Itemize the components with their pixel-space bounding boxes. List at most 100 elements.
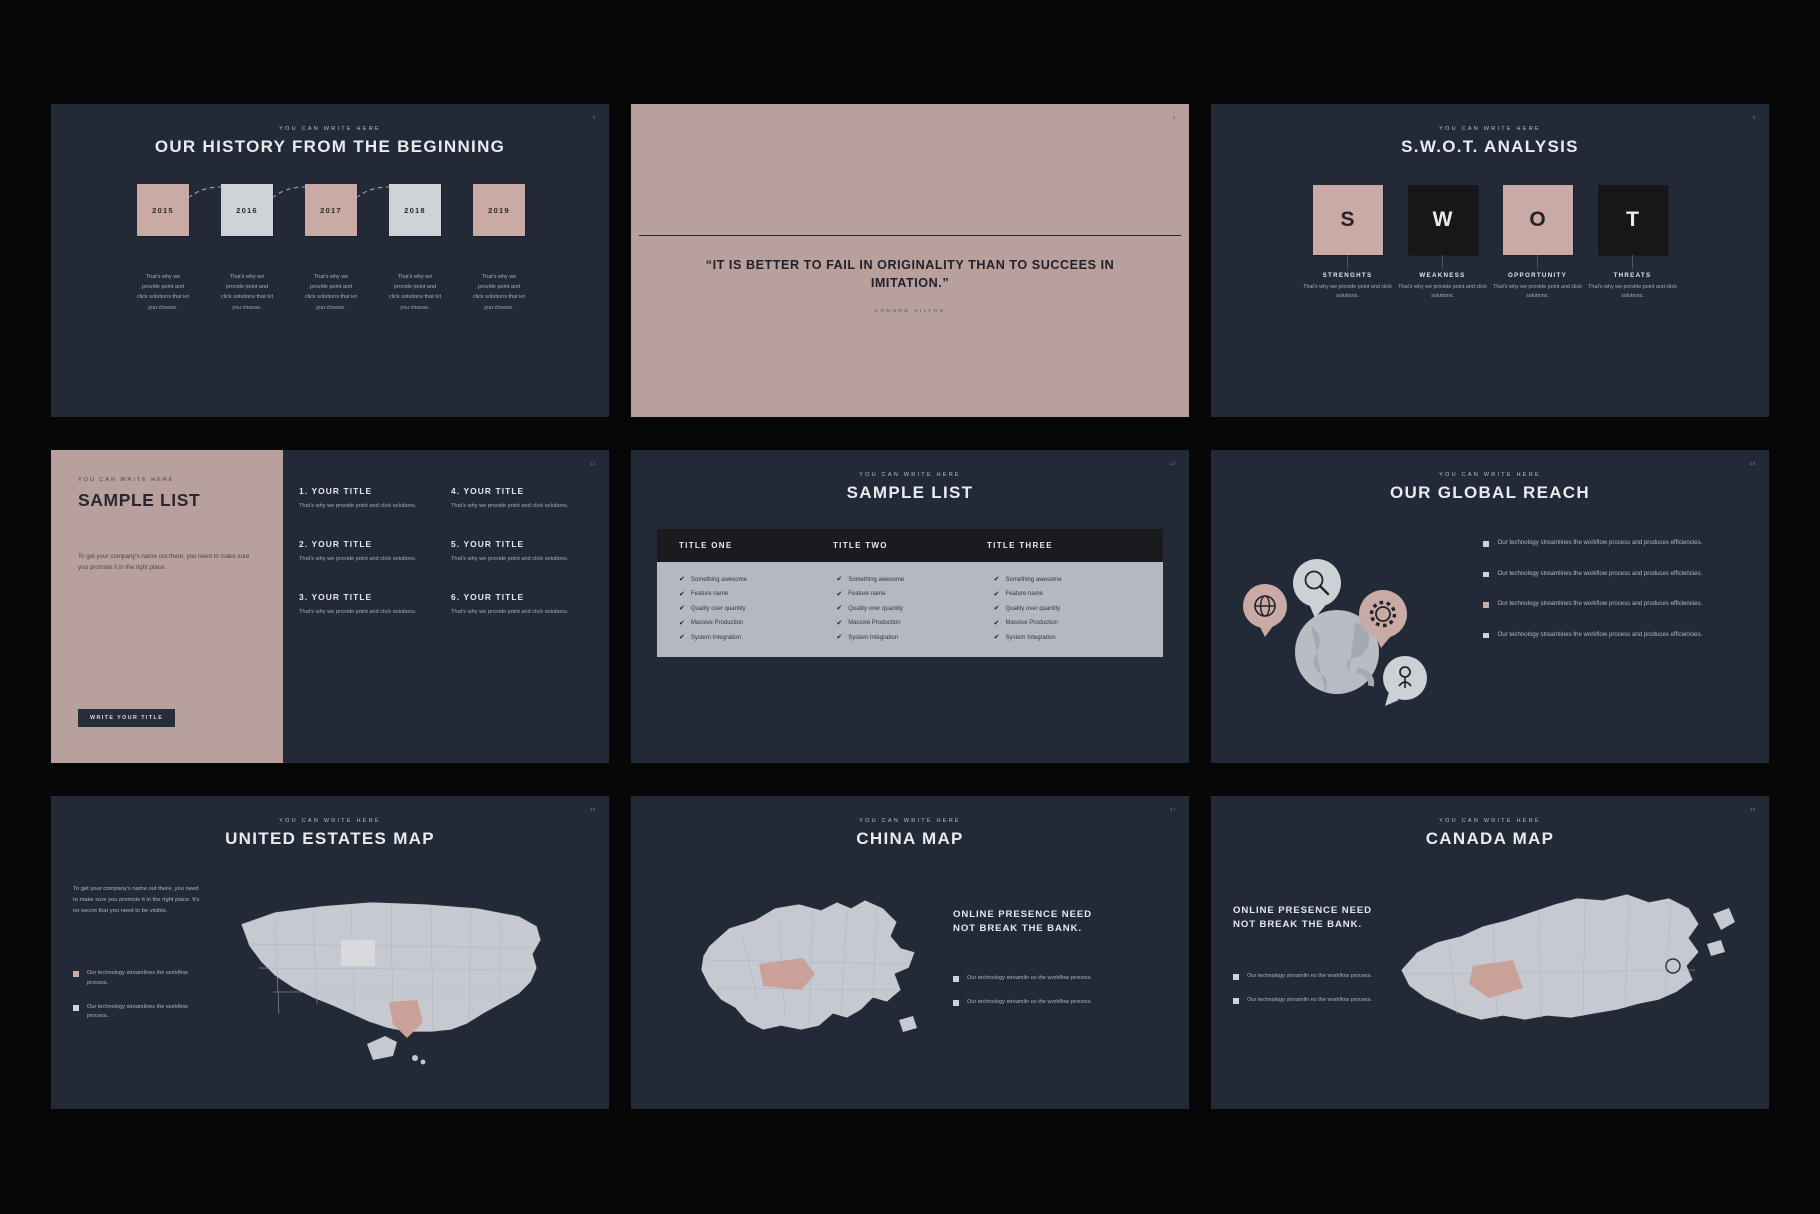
item-text: That's why we provide point and click so… bbox=[299, 503, 417, 509]
slide-china-map[interactable]: 37 YOU CAN WRITE HERE CHINA MAP ONLINE P… bbox=[631, 796, 1189, 1109]
list-item: Our technology streamlines the workflow … bbox=[1483, 630, 1749, 641]
united-states-map-icon[interactable] bbox=[201, 882, 591, 1082]
table-row: ✔ System Integration bbox=[836, 634, 983, 641]
swot-connector bbox=[1598, 255, 1668, 269]
map-bullets: Our technology streamlin es the workflow… bbox=[1233, 972, 1373, 1006]
item-heading: 6. YOUR TITLE bbox=[451, 592, 525, 603]
item-heading: 2. YOUR TITLE bbox=[299, 539, 373, 550]
check-icon: ✔ bbox=[993, 605, 1000, 612]
swot-connector bbox=[1503, 255, 1573, 269]
item-text: That's why we provide point and click so… bbox=[451, 609, 569, 616]
list-item: Our technology streamlines the workflow … bbox=[73, 969, 203, 989]
slide-swot-analysis[interactable]: 6 YOU CAN WRITE HERE S.W.O.T. ANALYSIS S… bbox=[1211, 104, 1769, 417]
swot-box-t[interactable]: T bbox=[1597, 185, 1668, 255]
item-text: That's why we provide point and click so… bbox=[451, 503, 569, 509]
cell-text: Massive Production bbox=[690, 620, 744, 626]
cell-text: Feature name bbox=[690, 591, 729, 597]
bullet-icon bbox=[1483, 571, 1489, 578]
intro-text: To get your company's name out there, yo… bbox=[78, 553, 250, 572]
swot-description: That's why we provide point and click so… bbox=[1303, 284, 1392, 300]
bullet-text: Our technology streamlin es the workflow… bbox=[967, 998, 1092, 1005]
slide-sample-list-table[interactable]: 12 YOU CAN WRITE HERE SAMPLE LIST TITLE … bbox=[631, 450, 1189, 763]
page-title: CANADA MAP bbox=[1425, 829, 1555, 848]
swot-label: THREATS bbox=[1613, 272, 1652, 279]
cell-text: Quality over quantity bbox=[690, 605, 746, 612]
slide-deck: 5 YOU CAN WRITE HERE OUR HISTORY FROM TH… bbox=[0, 0, 1820, 1214]
map-bullets: Our technology streamlines the workflow … bbox=[73, 969, 203, 1022]
slide-header: YOU CAN WRITE HERE OUR HISTORY FROM THE … bbox=[51, 104, 609, 157]
china-map-icon[interactable] bbox=[651, 878, 961, 1088]
swot-connector bbox=[1313, 255, 1383, 269]
cell-text: Something awesome bbox=[1005, 576, 1062, 583]
taiwan bbox=[899, 1016, 917, 1032]
feature-table: TITLE ONE TITLE TWO TITLE THREE ✔ Somethi… bbox=[657, 529, 1163, 657]
timeline: 2015 2016 2017 2018 2019 bbox=[51, 184, 609, 254]
timeline-year-box[interactable]: 2015 bbox=[137, 184, 189, 236]
timeline-year-box[interactable]: 2018 bbox=[389, 184, 441, 236]
list-item: 1. YOUR TITLE That's why we provide point… bbox=[299, 486, 435, 511]
bullet-text: Our technology streamlin es the workflow… bbox=[967, 974, 1092, 981]
swot-description: That's why we provide point and click so… bbox=[1588, 284, 1677, 300]
swot-letter: O bbox=[1529, 208, 1546, 231]
bullet-text: Our technology streamlines the workflow … bbox=[1497, 600, 1703, 608]
page-title: UNITED ESTATES MAP bbox=[225, 829, 435, 848]
table-row: ✔ Something awesome bbox=[994, 576, 1141, 583]
check-icon: ✔ bbox=[679, 605, 685, 612]
check-icon: ✔ bbox=[679, 576, 685, 583]
timeline-year-box[interactable]: 2016 bbox=[221, 184, 273, 236]
timeline-year-box[interactable]: 2017 bbox=[305, 184, 357, 236]
eyebrow-text: YOU CAN WRITE HERE bbox=[859, 818, 961, 824]
eyebrow-text: YOU CAN WRITE HERE bbox=[859, 472, 961, 478]
swot-label: WEAKNESS bbox=[1419, 272, 1466, 279]
slide-quote[interactable]: 5 “IT IS BETTER TO FAIL IN ORIGINALITY T… bbox=[631, 104, 1189, 417]
cell-text: System Integration bbox=[848, 634, 899, 641]
check-icon: ✔ bbox=[836, 576, 843, 583]
island bbox=[1707, 940, 1725, 956]
bullet-icon bbox=[1233, 973, 1239, 980]
slide-sample-list-split[interactable]: 11 YOU CAN WRITE HERE SAMPLE LIST To get… bbox=[51, 450, 609, 763]
table-row: ✔ Massive Production bbox=[836, 620, 983, 627]
bullet-icon bbox=[953, 999, 959, 1006]
column-header: TITLE ONE bbox=[679, 541, 733, 550]
cell-text: System Integration bbox=[690, 634, 741, 641]
slide-united-estates-map[interactable]: 36 YOU CAN WRITE HERE UNITED ESTATES MAP… bbox=[51, 796, 609, 1109]
swot-label-block: THREATS That's why we provide point and … bbox=[1586, 272, 1680, 301]
slide-our-history[interactable]: 5 YOU CAN WRITE HERE OUR HISTORY FROM TH… bbox=[51, 104, 609, 417]
write-your-title-button[interactable]: WRITE YOUR TITLE bbox=[78, 709, 176, 727]
slide-number: 12 bbox=[1169, 461, 1176, 466]
item-heading: 4. YOUR TITLE bbox=[451, 486, 525, 496]
page-title: SAMPLE LIST bbox=[78, 490, 201, 510]
list-item: Our technology streamlin es the workflow… bbox=[953, 974, 1103, 984]
table-row: ✔ Quality over quantity bbox=[994, 605, 1141, 612]
slide-global-reach[interactable]: 26 YOU CAN WRITE HERE OUR GLOBAL REACH O… bbox=[1211, 450, 1769, 763]
slide-canada-map[interactable]: 38 YOU CAN WRITE HERE CANADA MAP ONLINE … bbox=[1211, 796, 1769, 1109]
user-bubble bbox=[1383, 656, 1427, 706]
canada-map-icon[interactable] bbox=[1377, 874, 1753, 1086]
table-row: ✔ Something awesome bbox=[679, 576, 826, 583]
slide-header: YOU CAN WRITE HERE SAMPLE LIST bbox=[631, 450, 1189, 503]
quote-text: “IT IS BETTER TO FAIL IN ORIGINALITY THA… bbox=[705, 258, 1115, 291]
table-row: ✔ Massive Production bbox=[679, 620, 826, 627]
timeline-caption: That's why we provide point and click so… bbox=[221, 272, 273, 313]
swot-box-w[interactable]: W bbox=[1407, 185, 1478, 255]
swot-description: That's why we provide point and click so… bbox=[1398, 284, 1487, 300]
slide-number: 6 bbox=[1752, 115, 1756, 120]
check-icon: ✔ bbox=[836, 590, 843, 598]
cell-text: Quality over quantity bbox=[1005, 605, 1061, 612]
swot-letter-row: S W O T bbox=[1211, 185, 1769, 255]
swot-letter: W bbox=[1432, 208, 1453, 231]
alaska bbox=[367, 1036, 397, 1060]
caption-text: That's why we provide point and click so… bbox=[137, 274, 189, 311]
lead-text: To get your company's name out there, yo… bbox=[73, 886, 200, 914]
bullet-text: Our technology streamlines the workflow … bbox=[87, 1003, 188, 1020]
swot-label-block: STRENGHTS That's why we provide point an… bbox=[1301, 272, 1395, 301]
table-column: ✔ Something awesome ✔ Feature name ✔ Qualit… bbox=[994, 576, 1141, 641]
item-heading: 5. YOUR TITLE bbox=[451, 539, 525, 550]
swot-description: That's why we provide point and click so… bbox=[1493, 284, 1582, 300]
timeline-year-box[interactable]: 2019 bbox=[473, 184, 525, 236]
page-title: CHINA MAP bbox=[856, 829, 964, 848]
cell-text: Feature name bbox=[848, 591, 886, 597]
swot-box-s[interactable]: S bbox=[1312, 185, 1383, 255]
eyebrow-text: YOU CAN WRITE HERE bbox=[279, 818, 381, 824]
swot-box-o[interactable]: O bbox=[1502, 185, 1573, 255]
